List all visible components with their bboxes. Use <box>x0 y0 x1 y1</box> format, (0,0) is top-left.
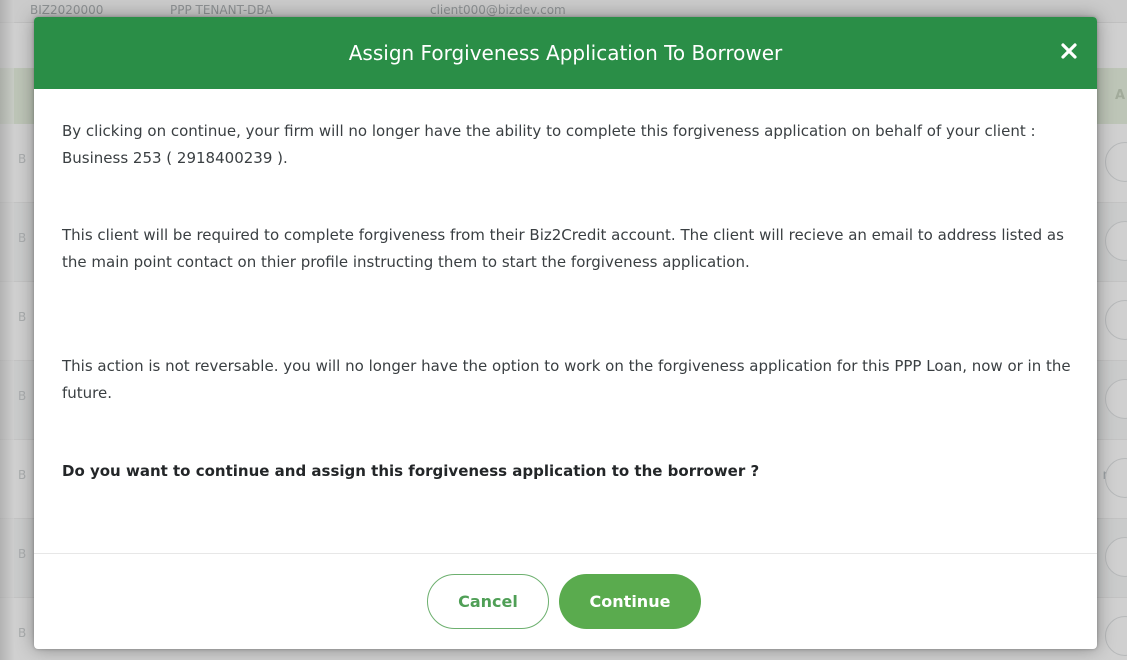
modal-title: Assign Forgiveness Application To Borrow… <box>348 41 783 65</box>
assign-forgiveness-modal: Assign Forgiveness Application To Borrow… <box>34 17 1097 649</box>
client-requirement-notice: This client will be required to complete… <box>62 226 1064 271</box>
firm-access-notice: By clicking on continue, your firm will … <box>62 122 1036 167</box>
modal-footer: Cancel Continue <box>34 553 1097 649</box>
modal-header: Assign Forgiveness Application To Borrow… <box>34 17 1097 89</box>
close-icon[interactable] <box>1055 37 1083 65</box>
confirmation-question: Do you want to continue and assign this … <box>62 462 760 480</box>
modal-body: By clicking on continue, your firm will … <box>34 89 1097 553</box>
left-edge-shadow <box>0 0 14 660</box>
continue-button[interactable]: Continue <box>559 574 701 629</box>
irreversible-action-warning: This action is not reversable. you will … <box>62 357 1071 402</box>
cancel-button[interactable]: Cancel <box>427 574 549 629</box>
